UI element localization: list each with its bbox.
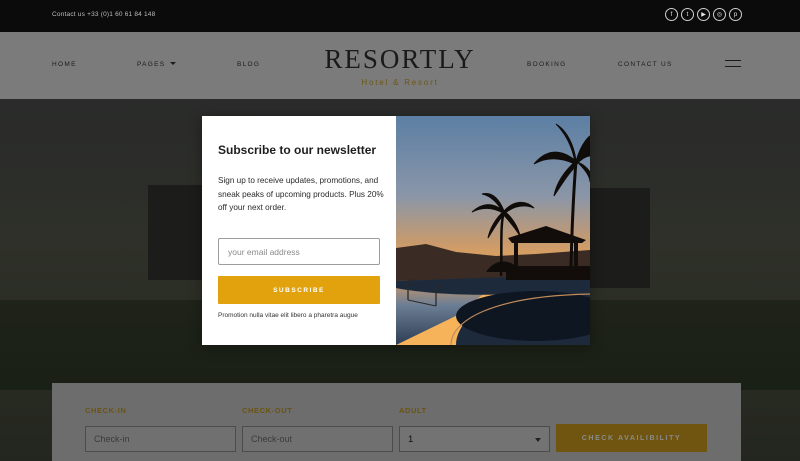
popup-note: Promotion nulla vitae elit libero a phar… [218, 312, 358, 319]
menu-icon[interactable] [725, 60, 741, 67]
subscribe-button[interactable]: SUBSCRIBE [218, 276, 380, 304]
checkout-input[interactable] [242, 426, 393, 452]
check-availability-button[interactable]: CHECK AVAILIBILITY [556, 424, 707, 452]
site-logo[interactable]: RESORTLY [0, 44, 800, 75]
adult-select-value: 1 [408, 434, 414, 445]
booking-form: CHECK-IN CHECK-OUT ADULT 1 CHECK AVAILIB… [52, 383, 741, 461]
adult-select[interactable]: 1 [399, 426, 550, 452]
popup-description: Sign up to receive updates, promotions, … [218, 176, 384, 212]
adult-label: ADULT [399, 406, 427, 415]
checkout-label: CHECK-OUT [242, 406, 293, 415]
newsletter-popup: Subscribe to our newsletter Sign up to r… [202, 116, 590, 345]
chevron-down-icon [535, 438, 541, 442]
twitter-icon[interactable]: t [681, 8, 694, 21]
instagram-icon[interactable]: ◎ [713, 8, 726, 21]
checkin-label: CHECK-IN [85, 406, 127, 415]
contact-phone: Contact us +33 (0)1 60 61 84 148 [52, 11, 156, 18]
newsletter-form: Subscribe to our newsletter Sign up to r… [202, 116, 396, 345]
youtube-icon[interactable]: ▶ [697, 8, 710, 21]
social-links: f t ▶ ◎ p [665, 8, 742, 21]
nav-contact[interactable]: CONTACT US [618, 61, 673, 68]
pinterest-icon[interactable]: p [729, 8, 742, 21]
popup-title: Subscribe to our newsletter [218, 143, 377, 157]
sunset-pool-image [396, 116, 590, 345]
facebook-icon[interactable]: f [665, 8, 678, 21]
email-input[interactable] [218, 238, 380, 265]
hero-building-right [590, 188, 650, 288]
nav-booking[interactable]: BOOKING [527, 61, 566, 68]
top-bar: Contact us +33 (0)1 60 61 84 148 f t ▶ ◎… [0, 0, 800, 32]
hero-building-left [148, 185, 204, 280]
site-header: HOME PAGES BLOG RESORTLY Hotel & Resort … [0, 32, 800, 99]
site-logo-subtitle: Hotel & Resort [361, 78, 439, 87]
checkin-input[interactable] [85, 426, 236, 452]
sunset-pool-photo [396, 116, 590, 345]
